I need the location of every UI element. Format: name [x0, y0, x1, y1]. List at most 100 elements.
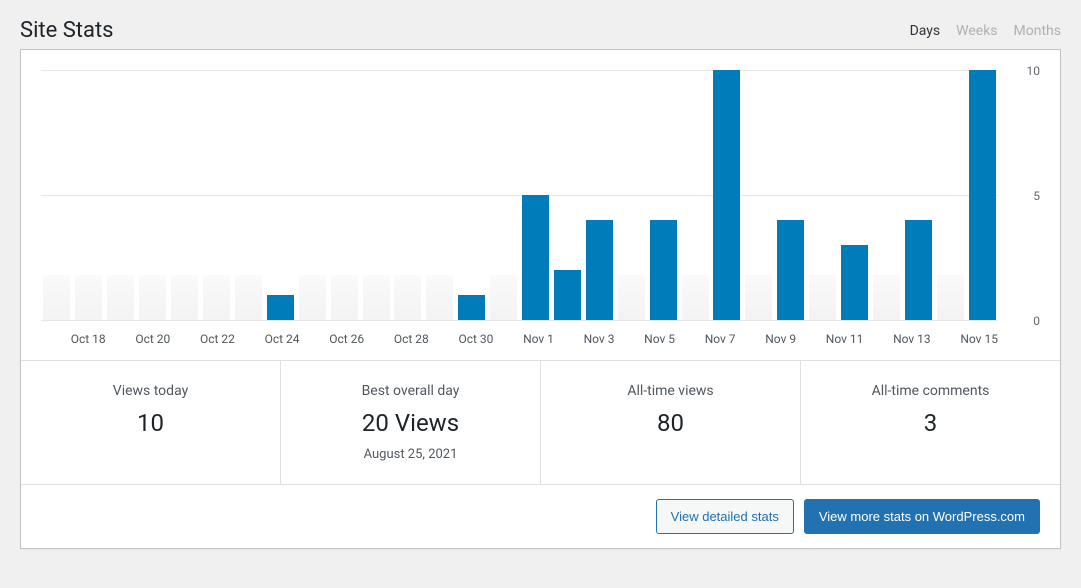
view-detailed-stats-button[interactable]: View detailed stats [656, 499, 794, 534]
x-tick-label: Nov 1 [523, 332, 554, 346]
x-tick-label [429, 332, 459, 346]
bar-slot [552, 70, 584, 320]
summary-label: Views today [31, 383, 270, 399]
tab-weeks[interactable]: Weeks [956, 23, 997, 39]
bar[interactable] [873, 275, 900, 320]
bar[interactable] [586, 220, 613, 320]
bar[interactable] [43, 275, 70, 320]
bar[interactable] [299, 275, 326, 320]
x-tick-label [736, 332, 766, 346]
x-tick-label: Nov 11 [826, 332, 864, 346]
x-tick-label: Oct 22 [200, 332, 235, 346]
bar[interactable] [75, 275, 102, 320]
bar[interactable] [394, 275, 421, 320]
summary-label: All-time comments [811, 383, 1050, 399]
bar[interactable] [650, 220, 677, 320]
x-tick-label: Oct 24 [265, 332, 300, 346]
x-tick-label: Nov 13 [893, 332, 931, 346]
bar-slot [966, 70, 998, 320]
x-tick-label [931, 332, 961, 346]
bar-slot [169, 70, 201, 320]
bar[interactable] [969, 70, 996, 320]
x-tick-label: Oct 30 [458, 332, 493, 346]
bar[interactable] [203, 275, 230, 320]
bar[interactable] [235, 275, 262, 320]
summary-label: Best overall day [291, 383, 530, 399]
x-tick-label: Oct 18 [71, 332, 106, 346]
x-tick-label [796, 332, 826, 346]
x-tick-label [364, 332, 394, 346]
summary-row: Views today 10 Best overall day 20 Views… [21, 360, 1060, 484]
bar[interactable] [458, 295, 485, 320]
x-tick-label: Nov 15 [960, 332, 998, 346]
x-tick-label: Nov 5 [644, 332, 675, 346]
bar[interactable] [745, 275, 772, 320]
y-tick-label: 10 [1027, 64, 1041, 78]
bar[interactable] [905, 220, 932, 320]
bar[interactable] [554, 270, 581, 320]
bar-slot [201, 70, 233, 320]
summary-all-time-views: All-time views 80 [541, 361, 801, 484]
bar-slot [296, 70, 328, 320]
bar-slot [137, 70, 169, 320]
summary-views-today: Views today 10 [21, 361, 281, 484]
x-tick-label [863, 332, 893, 346]
y-tick-label: 0 [1033, 314, 1040, 328]
bar-slot [711, 70, 743, 320]
bar-slot [488, 70, 520, 320]
bar-slot [934, 70, 966, 320]
stats-card: 0 5 10 Oct 18 Oct 20 Oct 22 Oct 24 Oct 26 … [20, 49, 1061, 549]
bar[interactable] [267, 295, 294, 320]
bar-slot [902, 70, 934, 320]
bar[interactable] [139, 275, 166, 320]
chart-bars [41, 70, 998, 320]
summary-value: 80 [551, 409, 790, 437]
page-title: Site Stats [20, 18, 114, 43]
x-tick-label: Oct 28 [394, 332, 429, 346]
y-tick-label: 5 [1033, 189, 1040, 203]
bar[interactable] [426, 275, 453, 320]
bar-slot [520, 70, 552, 320]
x-tick-label: Oct 20 [135, 332, 170, 346]
view-more-stats-button[interactable]: View more stats on WordPress.com [804, 499, 1040, 534]
bar[interactable] [522, 195, 549, 320]
summary-all-time-comments: All-time comments 3 [801, 361, 1060, 484]
chart-x-labels: Oct 18 Oct 20 Oct 22 Oct 24 Oct 26 Oct 2… [41, 332, 998, 346]
stats-footer: View detailed stats View more stats on W… [21, 484, 1060, 548]
bar[interactable] [363, 275, 390, 320]
bar[interactable] [682, 275, 709, 320]
summary-sub: August 25, 2021 [291, 447, 530, 462]
x-tick-label [493, 332, 523, 346]
stats-header: Site Stats Days Weeks Months [20, 18, 1061, 43]
tab-days[interactable]: Days [910, 23, 941, 39]
bar[interactable] [107, 275, 134, 320]
tab-months[interactable]: Months [1014, 23, 1061, 39]
bar-slot [743, 70, 775, 320]
bar[interactable] [777, 220, 804, 320]
x-tick-label [554, 332, 584, 346]
bar-slot [583, 70, 615, 320]
bar-slot [647, 70, 679, 320]
summary-value: 3 [811, 409, 1050, 437]
bar-slot [105, 70, 137, 320]
bar[interactable] [713, 70, 740, 320]
bar[interactable] [937, 275, 964, 320]
bar-slot [232, 70, 264, 320]
bar[interactable] [841, 245, 868, 320]
bar[interactable] [331, 275, 358, 320]
summary-value: 10 [31, 409, 270, 437]
bar[interactable] [809, 275, 836, 320]
x-tick-label [41, 332, 71, 346]
bar[interactable] [490, 275, 517, 320]
bar[interactable] [171, 275, 198, 320]
bar[interactable] [618, 275, 645, 320]
bar-slot [871, 70, 903, 320]
bar-slot [73, 70, 105, 320]
bar-slot [264, 70, 296, 320]
x-tick-label: Oct 26 [329, 332, 364, 346]
bar-slot [360, 70, 392, 320]
range-tabs: Days Weeks Months [910, 23, 1061, 39]
bar-slot [424, 70, 456, 320]
summary-value: 20 Views [291, 409, 530, 437]
x-tick-label [675, 332, 705, 346]
